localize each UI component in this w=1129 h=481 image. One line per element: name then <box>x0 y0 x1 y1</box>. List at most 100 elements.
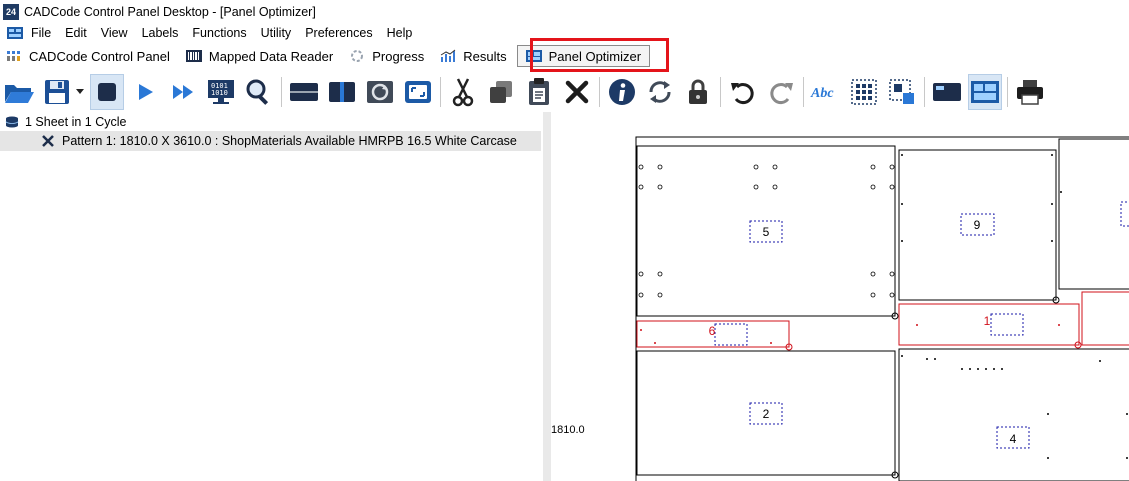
horizontal-split-icon <box>290 83 318 101</box>
part-label-2: 2 <box>763 407 770 421</box>
menu-labels[interactable]: Labels <box>135 26 186 40</box>
display-card-button[interactable] <box>930 74 964 110</box>
select-parts-button[interactable] <box>885 74 919 110</box>
document-menu-icon[interactable] <box>7 27 23 39</box>
tab-label: CADCode Control Panel <box>29 48 170 64</box>
pattern-tree-panel: 1 Sheet in 1 Cycle Pattern 1: 1810.0 X 3… <box>0 112 543 481</box>
paste-button[interactable] <box>522 74 556 110</box>
display-card-icon <box>933 83 961 101</box>
printer-icon <box>1017 80 1043 105</box>
redo-icon <box>770 83 793 104</box>
menu-utility[interactable]: Utility <box>254 26 299 40</box>
info-button[interactable] <box>605 74 639 110</box>
menu-view[interactable]: View <box>94 26 135 40</box>
database-icon <box>5 116 19 128</box>
menu-help[interactable]: Help <box>380 26 420 40</box>
save-dropdown-button[interactable] <box>74 74 86 110</box>
panel-splitter[interactable] <box>543 112 551 481</box>
pattern-x-icon <box>42 135 54 147</box>
part-label-5: 5 <box>763 225 770 239</box>
refresh-sheet-icon <box>367 81 393 103</box>
menu-preferences[interactable]: Preferences <box>298 26 379 40</box>
stop-icon <box>98 83 116 101</box>
tree-root-item[interactable]: 1 Sheet in 1 Cycle <box>5 113 126 131</box>
title-bar: 24 CADCode Control Panel Desktop - [Pane… <box>0 0 1129 24</box>
copy-button[interactable] <box>484 74 518 110</box>
close-icon <box>565 80 589 104</box>
part-4 <box>898 348 1129 481</box>
select-grid-icon <box>851 79 877 105</box>
horizontal-split-button[interactable] <box>287 74 321 110</box>
fit-view-icon <box>405 81 431 103</box>
vertical-split-icon <box>329 82 355 102</box>
lock-icon <box>689 79 707 104</box>
menu-file[interactable]: File <box>29 26 58 40</box>
toolbar-separator <box>440 77 441 107</box>
sheet-dimension-label: 1810.0 <box>551 424 585 436</box>
menu-functions[interactable]: Functions <box>185 26 253 40</box>
run-button[interactable] <box>128 74 162 110</box>
toolbar-separator <box>720 77 721 107</box>
tab-cadcode-control-panel[interactable]: CADCode Control Panel <box>0 44 178 68</box>
print-button[interactable] <box>1013 74 1047 110</box>
toolbar-separator <box>1007 77 1008 107</box>
svg-text:1010: 1010 <box>211 89 228 97</box>
vertical-split-button[interactable] <box>325 74 359 110</box>
fast-forward-button[interactable] <box>166 74 200 110</box>
undo-button[interactable] <box>726 74 760 110</box>
panel-layout-icon <box>971 81 999 103</box>
chevron-down-icon <box>76 89 84 94</box>
tab-bar: CADCode Control Panel Mapped Data Reader… <box>0 42 1129 70</box>
tab-panel-optimizer[interactable]: Panel Optimizer <box>516 45 651 67</box>
tree-root-label: 1 Sheet in 1 Cycle <box>25 115 127 129</box>
select-grid-button[interactable] <box>847 74 881 110</box>
search-button[interactable] <box>242 74 276 110</box>
redo-button[interactable] <box>764 74 798 110</box>
pattern-canvas[interactable]: 5 9 6 1 2 4 1810.0 <box>551 112 1129 481</box>
spell-check-button[interactable]: Abc <box>809 74 843 110</box>
refresh-sheet-button[interactable] <box>363 74 397 110</box>
tree-pattern-item[interactable]: Pattern 1: 1810.0 X 3610.0 : ShopMateria… <box>0 131 541 151</box>
svg-text:Abc: Abc <box>810 86 834 101</box>
part-right-partial <box>1058 138 1129 290</box>
layout-active-button[interactable] <box>968 74 1002 110</box>
part-label-6: 6 <box>709 324 716 338</box>
monitor-binary-icon: 01011010 <box>208 80 234 104</box>
part-label-9: 9 <box>974 218 981 232</box>
monitor-binary-button[interactable]: 0101 1010 <box>204 74 238 110</box>
tab-progress[interactable]: Progress <box>343 44 432 68</box>
open-folder-button[interactable] <box>2 74 36 110</box>
refresh-icon <box>649 81 671 103</box>
window-title: CADCode Control Panel Desktop - [Panel O… <box>24 5 316 19</box>
spinner-icon <box>349 49 365 63</box>
undo-icon <box>731 83 754 104</box>
tab-label: Results <box>463 48 507 64</box>
cut-button[interactable] <box>446 74 480 110</box>
tab-results[interactable]: Results <box>434 44 514 68</box>
part-label-box <box>714 323 748 346</box>
part-label-box <box>990 313 1024 336</box>
toolbar-separator <box>281 77 282 107</box>
delete-button[interactable] <box>560 74 594 110</box>
bar-chart-icon <box>440 49 456 63</box>
part-label-4: 4 <box>1010 432 1017 446</box>
info-icon <box>609 79 635 105</box>
clipboard-icon <box>529 78 549 105</box>
stop-button[interactable] <box>90 74 124 110</box>
tree-pattern-label: Pattern 1: 1810.0 X 3610.0 : ShopMateria… <box>62 134 517 148</box>
save-icon <box>45 80 69 104</box>
sheet-outline <box>635 136 1129 481</box>
tab-label: Panel Optimizer <box>548 48 642 64</box>
save-button[interactable] <box>40 74 74 110</box>
fit-view-button[interactable] <box>401 74 435 110</box>
tab-mapped-data-reader[interactable]: Mapped Data Reader <box>180 44 341 68</box>
toolbar-separator <box>803 77 804 107</box>
scissors-icon <box>452 78 474 107</box>
grid-chart-icon <box>6 49 22 63</box>
menu-edit[interactable]: Edit <box>58 26 94 40</box>
refresh-button[interactable] <box>643 74 677 110</box>
panel-layout-icon <box>525 49 542 63</box>
barcode-icon <box>185 49 202 63</box>
toolbar-separator <box>924 77 925 107</box>
lock-button[interactable] <box>681 74 715 110</box>
